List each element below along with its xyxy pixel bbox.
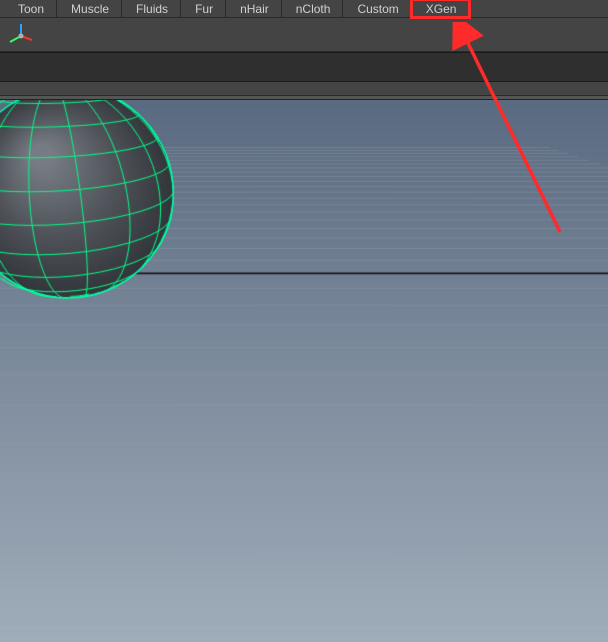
viewport-panel[interactable] [0,100,608,642]
shelf-tab-muscle[interactable]: Muscle [57,0,122,17]
toolbar-spacer [0,82,608,96]
toolbar-spacer [0,52,608,82]
shelf-tab-label: Fur [195,2,213,16]
shelf-area [0,18,608,52]
shelf-tab-label: Custom [357,2,398,16]
shelf-tab-fur[interactable]: Fur [181,0,226,17]
shelf-tab-label: Fluids [136,2,168,16]
shelf-tab-label: nCloth [296,2,331,16]
shelf-tab-custom[interactable]: Custom [343,0,411,17]
viewport-canvas[interactable] [0,100,608,642]
shelf-tab-bar: Toon Muscle Fluids Fur nHair nCloth Cust… [0,0,608,18]
shelf-tab-label: Muscle [71,2,109,16]
shelf-tab-label: XGen [426,2,457,16]
shelf-tab-nhair[interactable]: nHair [226,0,282,17]
view-axis-gizmo-icon [8,22,34,48]
shelf-tab-fluids[interactable]: Fluids [122,0,181,17]
shelf-tab-toon[interactable]: Toon [4,0,57,17]
shelf-tab-label: Toon [18,2,44,16]
shelf-tab-xgen[interactable]: XGen [412,0,470,17]
shelf-tab-ncloth[interactable]: nCloth [282,0,344,17]
shelf-tab-label: nHair [240,2,269,16]
